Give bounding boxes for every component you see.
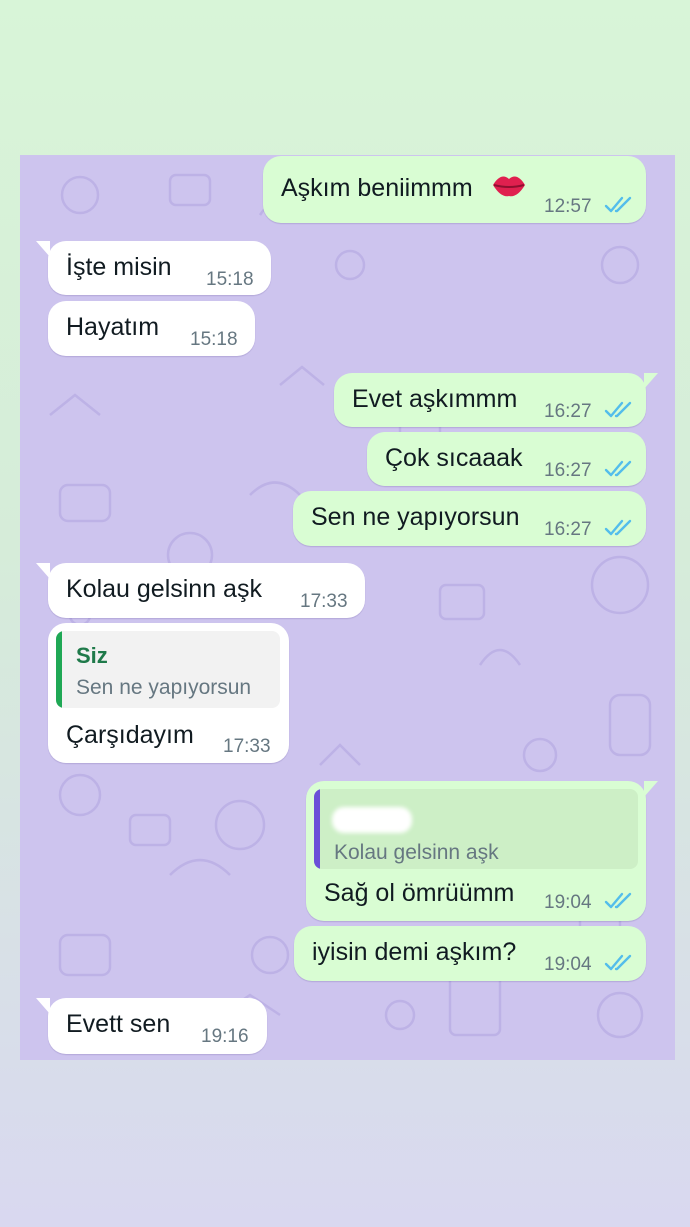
message-bubble[interactable]: Siz Sen ne yapıyorsun Çarşıdayım 17:33 bbox=[48, 623, 289, 763]
message-text: Çok sıcaaak bbox=[385, 444, 523, 472]
double-check-icon bbox=[604, 519, 632, 536]
message-bubble[interactable]: İşte misin 15:18 bbox=[36, 241, 271, 295]
double-check-icon bbox=[604, 892, 632, 909]
message-bubble[interactable]: Evet aşkımmm 16:27 bbox=[334, 373, 658, 427]
quote-text: Kolau gelsinn aşk bbox=[334, 841, 499, 864]
message-text: Evett sen bbox=[66, 1010, 171, 1038]
message-bubble[interactable]: Sen ne yapıyorsun 16:27 bbox=[293, 491, 646, 546]
kiss-lips-icon bbox=[493, 176, 525, 197]
message-text: Evet aşkımmm bbox=[352, 385, 518, 413]
message-bubble[interactable]: Kolau gelsinn aşk 17:33 bbox=[36, 563, 365, 618]
message-time: 12:57 bbox=[544, 196, 592, 217]
message-text: İşte misin bbox=[66, 253, 172, 281]
message-text: Çarşıdayım bbox=[66, 721, 194, 749]
message-text: Sağ ol ömrüümm bbox=[324, 879, 515, 907]
message-time: 16:27 bbox=[544, 401, 592, 422]
bubble-tail bbox=[36, 563, 50, 579]
message-time: 19:16 bbox=[201, 1026, 249, 1047]
message-text: Kolau gelsinn aşk bbox=[66, 575, 262, 603]
double-check-icon bbox=[604, 196, 632, 213]
message-time: 17:33 bbox=[223, 736, 271, 757]
message-text: iyisin demi aşkım? bbox=[312, 938, 517, 966]
message-bubble[interactable]: Aşkım beniimmm 12:57 bbox=[263, 156, 646, 223]
message-bubble[interactable]: iyisin demi aşkım? 19:04 bbox=[294, 926, 646, 981]
message-bubble[interactable]: Kolau gelsinn aşk Sağ ol ömrüümm 19:04 bbox=[306, 781, 658, 921]
quote-bar bbox=[56, 631, 62, 708]
message-time: 15:18 bbox=[190, 329, 238, 350]
quoted-message[interactable]: Kolau gelsinn aşk bbox=[314, 789, 638, 869]
message-bubble[interactable]: Evett sen 19:16 bbox=[36, 998, 267, 1054]
message-bubble[interactable]: Çok sıcaaak 16:27 bbox=[367, 432, 646, 486]
double-check-icon bbox=[604, 460, 632, 477]
message-time: 15:18 bbox=[206, 269, 254, 290]
double-check-icon bbox=[604, 954, 632, 971]
message-text: Sen ne yapıyorsun bbox=[311, 503, 520, 531]
bubble-tail bbox=[644, 373, 658, 389]
message-text: Aşkım beniimmm bbox=[281, 174, 473, 202]
quote-bar bbox=[314, 789, 320, 869]
bubble-tail bbox=[36, 241, 50, 257]
message-time: 16:27 bbox=[544, 519, 592, 540]
redacted-author bbox=[332, 807, 412, 833]
message-time: 19:04 bbox=[544, 954, 592, 975]
chat-area[interactable]: Aşkım beniimmm 12:57 İşte misin 15:18 Ha… bbox=[20, 155, 675, 1060]
quote-author: Siz bbox=[76, 643, 108, 668]
quoted-message[interactable]: Siz Sen ne yapıyorsun bbox=[56, 631, 280, 708]
double-check-icon bbox=[604, 401, 632, 418]
bubble-tail bbox=[36, 998, 50, 1014]
quote-text: Sen ne yapıyorsun bbox=[76, 676, 252, 699]
message-bubble[interactable]: Hayatım 15:18 bbox=[48, 301, 255, 356]
bubble-tail bbox=[644, 781, 658, 797]
message-time: 17:33 bbox=[300, 591, 348, 612]
message-text: Hayatım bbox=[66, 313, 160, 341]
message-time: 19:04 bbox=[544, 892, 592, 913]
message-time: 16:27 bbox=[544, 460, 592, 481]
